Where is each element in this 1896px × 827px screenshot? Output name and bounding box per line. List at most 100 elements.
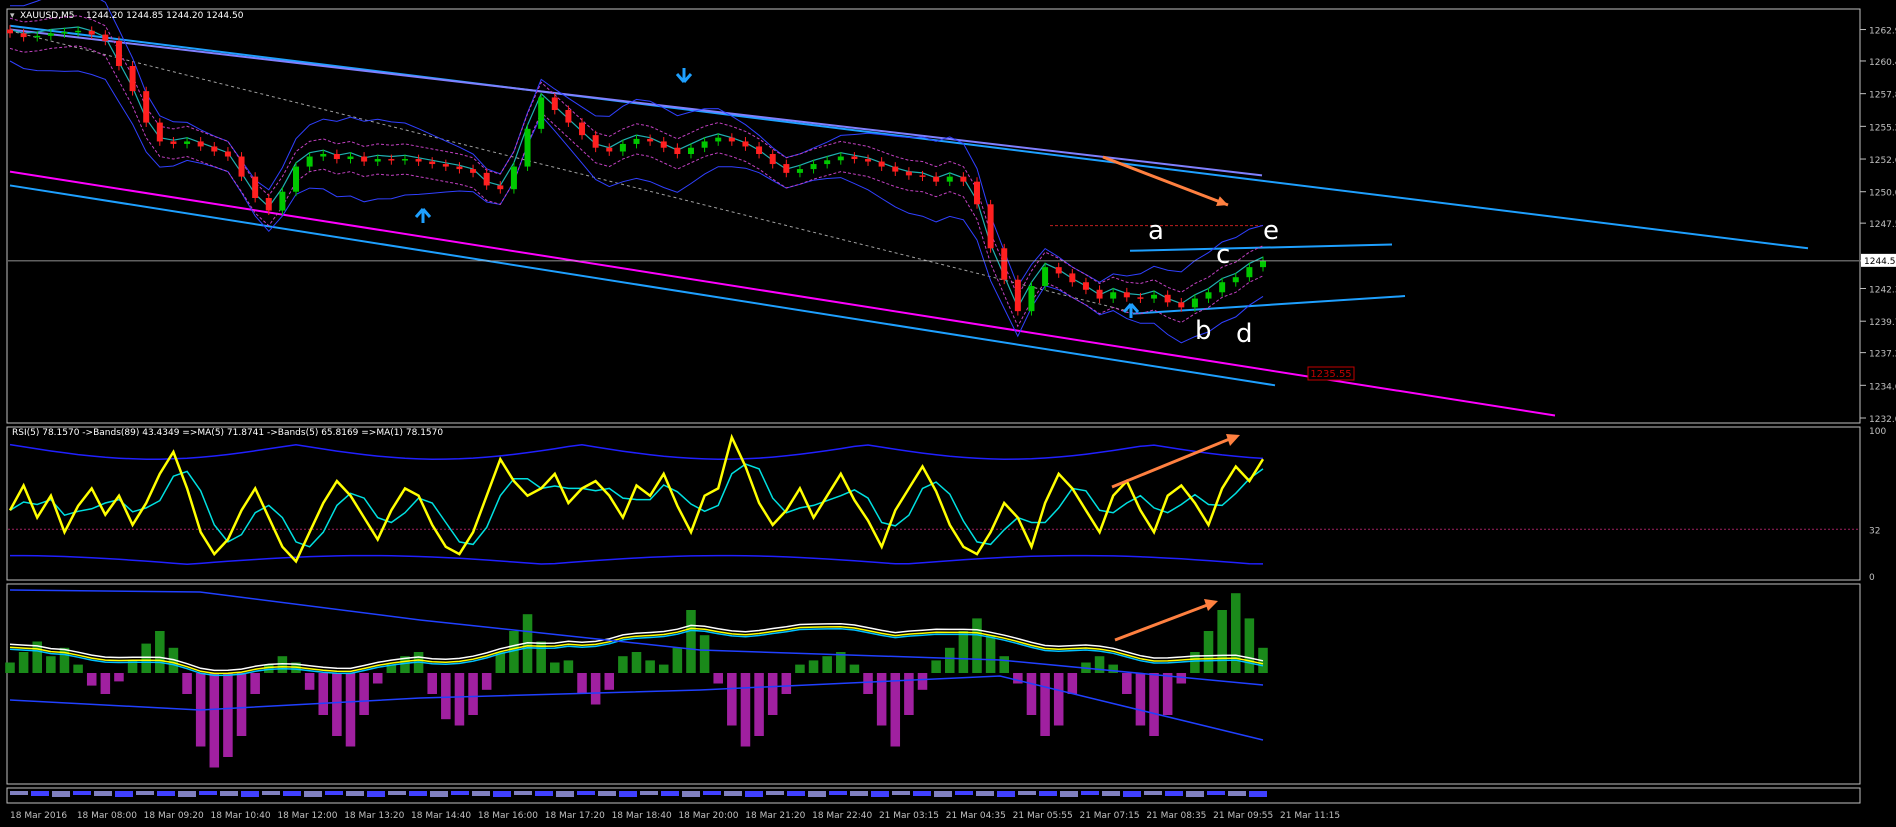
candle-body: [61, 32, 68, 34]
time-axis-label: 18 Mar 16:00: [478, 811, 538, 821]
volume-bar: [682, 791, 700, 797]
symbol-label: XAUUSD,M5: [20, 11, 75, 21]
volume-bar: [1228, 791, 1246, 796]
price-tick-label: 1255.2: [1869, 123, 1896, 133]
candle-body: [20, 33, 27, 38]
volume-bar: [850, 791, 868, 796]
rsi-indicator-title: RSI(5) 78.1570 ->Bands(89) 43.4349 =>MA(…: [12, 428, 443, 438]
macd-histogram-bar: [18, 652, 29, 673]
macd-histogram-bar: [359, 673, 369, 715]
volume-bar: [808, 791, 826, 797]
macd-histogram-bar: [781, 673, 792, 694]
macd-histogram-bar: [808, 660, 819, 673]
volume-bar: [220, 791, 238, 796]
candle-body: [905, 171, 912, 176]
macd-histogram-bar: [1026, 673, 1037, 715]
candle-body: [211, 146, 218, 152]
macd-histogram-bar: [931, 660, 941, 673]
candle-body: [633, 138, 640, 144]
candle-body: [524, 128, 531, 167]
candle-body: [88, 30, 95, 35]
candle-body: [1178, 302, 1185, 308]
time-axis-label: 18 Mar 18:40: [612, 811, 672, 821]
time-axis-label: 18 Mar 13:20: [344, 811, 404, 821]
volume-bar: [493, 791, 511, 797]
macd-histogram-bar: [727, 673, 737, 726]
macd-histogram-bar: [454, 673, 465, 726]
volume-bar: [451, 791, 469, 795]
candle-body: [1069, 273, 1076, 283]
volume-bar: [346, 791, 364, 796]
candle-body: [756, 146, 763, 154]
time-axis-label: 21 Mar 11:15: [1280, 811, 1340, 821]
macd-histogram-bar: [182, 673, 192, 694]
macd-histogram-bar: [822, 656, 832, 673]
volume-bar: [304, 791, 322, 797]
volume-bar: [787, 791, 805, 796]
candle-body: [837, 156, 844, 161]
time-axis-label: 18 Mar 2016: [10, 811, 67, 821]
time-axis-label: 18 Mar 14:40: [411, 811, 471, 821]
macd-histogram-bar: [1040, 673, 1050, 736]
macd-histogram-bar: [686, 610, 696, 673]
candle-body: [224, 151, 231, 157]
candle-body: [769, 154, 776, 165]
candle-body: [973, 181, 980, 205]
wave-label-c: c: [1216, 240, 1230, 270]
volume-bar: [598, 791, 616, 796]
volume-bar: [1123, 791, 1141, 797]
price-tick-label: 1257.8: [1869, 91, 1896, 101]
trading-chart[interactable]: a b c d e 1235.55 1262.9 1260.4 1257.8 1255.2 125…: [0, 0, 1896, 827]
volume-bar: [409, 791, 427, 796]
candle-body: [742, 141, 749, 147]
price-tick-label: 1250.0: [1869, 189, 1896, 199]
macd-histogram-bar: [577, 673, 587, 694]
macd-panel[interactable]: [6, 583, 1861, 785]
macd-histogram-bar: [236, 673, 247, 736]
candle-body: [674, 147, 681, 154]
macd-histogram-bar: [972, 618, 982, 673]
time-axis-label: 21 Mar 05:55: [1013, 811, 1073, 821]
candle-body: [143, 91, 150, 123]
price-tick-label: 1252.6: [1869, 156, 1896, 166]
candle-body: [279, 191, 286, 211]
volume-bar: [640, 791, 658, 795]
candle-body: [1260, 260, 1266, 268]
macd-histogram-bar: [223, 673, 233, 757]
candle-body: [306, 156, 313, 167]
volume-bar: [10, 791, 28, 795]
candle-body: [156, 122, 163, 142]
candle-body: [647, 138, 654, 142]
macd-histogram-bar: [1067, 673, 1078, 694]
macd-histogram-bar: [1135, 673, 1146, 726]
candle-body: [1123, 292, 1130, 298]
volume-bar: [1207, 791, 1225, 795]
candle-body: [361, 156, 368, 162]
chart-menu-icon[interactable]: ▾: [10, 11, 15, 21]
candle-body: [238, 156, 245, 177]
time-axis-label: 18 Mar 12:00: [277, 811, 337, 821]
time-axis-label: 21 Mar 04:35: [946, 811, 1006, 821]
macd-histogram-bar: [141, 643, 151, 673]
candle-body: [415, 159, 422, 162]
macd-histogram-bar: [155, 631, 165, 673]
volume-bar: [1249, 791, 1267, 797]
price-tick-label: 1260.4: [1869, 58, 1896, 68]
candle-body: [1205, 292, 1212, 299]
volume-bar: [1165, 791, 1183, 796]
macd-histogram-bar: [1122, 673, 1132, 694]
candle-body: [374, 159, 381, 162]
candle-body: [75, 30, 82, 33]
candle-body: [824, 160, 831, 165]
macd-histogram-bar: [372, 673, 383, 684]
wave-label-b: b: [1195, 316, 1212, 346]
time-axis-label: 21 Mar 09:55: [1213, 811, 1273, 821]
volume-bar: [325, 791, 343, 795]
candle-body: [1191, 298, 1198, 308]
candle-body: [388, 159, 395, 161]
candle-body: [687, 147, 694, 154]
target-price-label: 1235.55: [1310, 369, 1351, 380]
candle-body: [401, 159, 408, 161]
price-tick-label: 1247.5: [1869, 220, 1896, 230]
candle-body: [442, 164, 449, 167]
